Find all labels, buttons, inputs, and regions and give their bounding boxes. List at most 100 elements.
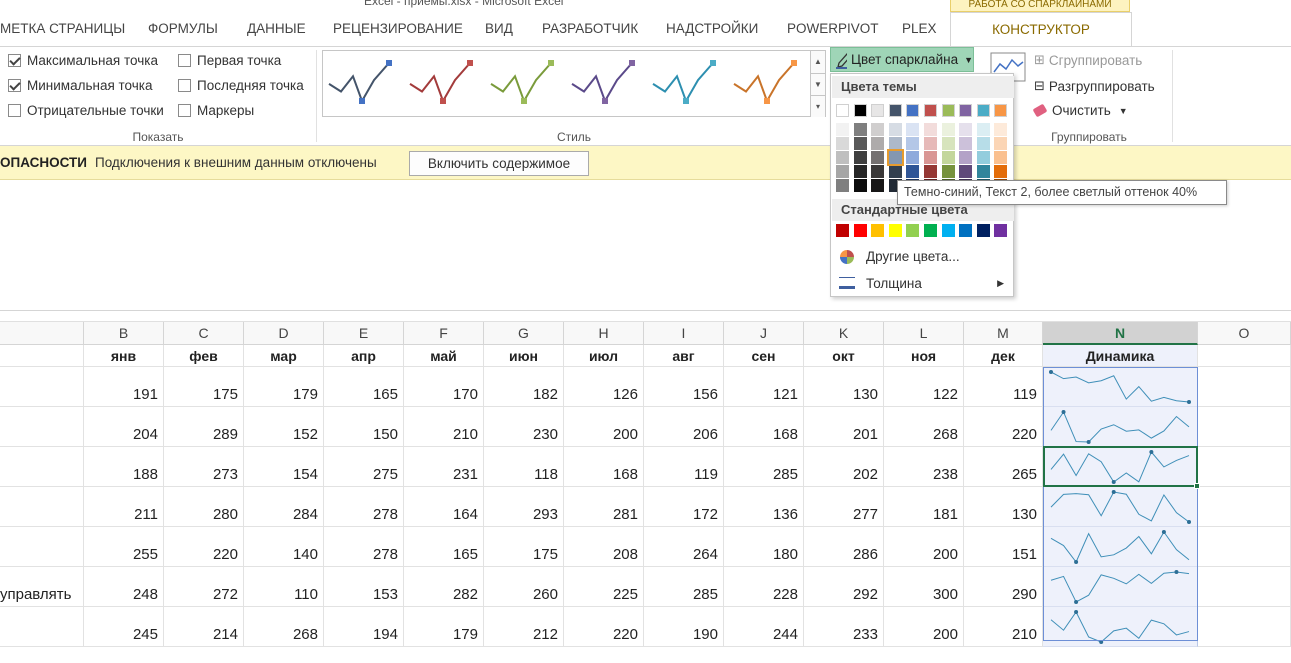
row-label-cell[interactable] (0, 367, 84, 407)
sparkline-style-gallery[interactable]: ▲ ▼ ▾ (322, 50, 826, 117)
row-label-cell[interactable] (0, 487, 84, 527)
theme-color-shade-swatch[interactable] (924, 137, 937, 150)
value-cell[interactable]: 200 (884, 527, 964, 567)
row-label-cell[interactable]: управлять (0, 567, 84, 607)
value-cell[interactable]: 140 (244, 527, 324, 567)
value-cell[interactable]: 248 (84, 567, 164, 607)
theme-color-shade-swatch[interactable] (871, 151, 885, 164)
value-cell[interactable]: 228 (724, 567, 804, 607)
gallery-expand-icon[interactable]: ▾ (810, 95, 825, 117)
theme-color-swatch[interactable] (976, 104, 990, 117)
weight-item[interactable]: Толщина ▶ (832, 271, 1014, 296)
theme-color-swatch[interactable] (959, 104, 973, 117)
min-point-checkbox[interactable] (8, 78, 21, 92)
sparkline-style-tile[interactable] (490, 60, 554, 104)
value-cell[interactable]: 278 (324, 527, 404, 567)
enable-content-button[interactable]: Включить содержимое (409, 151, 589, 176)
theme-color-shade-swatch[interactable] (906, 123, 920, 136)
value-cell[interactable]: 238 (884, 447, 964, 487)
value-cell[interactable]: 121 (724, 367, 804, 407)
ungroup-button[interactable]: ⊟ Разгруппировать (1034, 78, 1155, 94)
tab-plex[interactable]: PLEX (902, 12, 937, 46)
last-point-checkbox[interactable] (178, 78, 191, 92)
value-cell[interactable]: 284 (244, 487, 324, 527)
theme-color-swatch[interactable] (836, 104, 849, 117)
theme-color-shade-swatch[interactable] (959, 165, 973, 178)
value-cell[interactable]: 268 (244, 607, 324, 647)
column-header-o[interactable]: O (1198, 322, 1291, 345)
theme-color-swatch[interactable] (871, 104, 885, 117)
value-cell[interactable]: 179 (404, 607, 484, 647)
tab-developer[interactable]: РАЗРАБОТЧИК (542, 12, 638, 46)
empty-cell[interactable] (1198, 407, 1291, 447)
value-cell[interactable]: 172 (644, 487, 724, 527)
value-cell[interactable]: 277 (804, 487, 884, 527)
row-label-cell[interactable] (0, 407, 84, 447)
theme-color-swatch[interactable] (941, 104, 955, 117)
theme-color-shade-swatch[interactable] (853, 123, 867, 136)
value-cell[interactable]: 175 (164, 367, 244, 407)
value-cell[interactable]: 210 (404, 407, 484, 447)
value-cell[interactable]: 110 (244, 567, 324, 607)
month-header-cell[interactable]: июл (564, 345, 644, 367)
value-cell[interactable]: 230 (484, 407, 564, 447)
theme-color-shade-swatch[interactable] (924, 165, 937, 178)
column-header-i[interactable]: I (644, 322, 724, 345)
month-header-cell[interactable]: ноя (884, 345, 964, 367)
tab-data[interactable]: ДАННЫЕ (247, 12, 306, 46)
negative-points-option[interactable]: Отрицательные точки (8, 99, 164, 121)
tab-review[interactable]: РЕЦЕНЗИРОВАНИЕ (333, 12, 463, 46)
last-point-option[interactable]: Последняя точка (178, 74, 304, 96)
theme-color-shade-swatch[interactable] (959, 151, 973, 164)
column-header-k[interactable]: K (804, 322, 884, 345)
theme-color-shade-swatch[interactable] (906, 137, 920, 150)
value-cell[interactable]: 285 (644, 567, 724, 607)
theme-color-shade-swatch[interactable] (941, 137, 955, 150)
theme-color-shade-swatch[interactable] (976, 123, 990, 136)
value-cell[interactable]: 180 (724, 527, 804, 567)
theme-color-shade-swatch[interactable] (853, 137, 867, 150)
sparkline-cell[interactable] (1043, 487, 1198, 527)
standard-color-swatch[interactable] (976, 224, 990, 237)
theme-color-shade-swatch[interactable] (976, 151, 990, 164)
theme-color-swatch[interactable] (906, 104, 920, 117)
value-cell[interactable]: 170 (404, 367, 484, 407)
more-colors-item[interactable]: Другие цвета... (832, 244, 1014, 269)
gallery-scroll-up-icon[interactable]: ▲ (810, 51, 825, 73)
column-header-c[interactable]: C (164, 322, 244, 345)
standard-color-swatch[interactable] (941, 224, 955, 237)
theme-color-shade-swatch[interactable] (888, 123, 902, 136)
theme-color-shade-swatch[interactable] (853, 151, 867, 164)
column-header-l[interactable]: L (884, 322, 964, 345)
month-header-cell[interactable]: авг (644, 345, 724, 367)
value-cell[interactable]: 289 (164, 407, 244, 447)
empty-cell[interactable] (1198, 367, 1291, 407)
sparkline-style-tile[interactable] (571, 60, 635, 104)
theme-color-shade-swatch[interactable] (941, 151, 955, 164)
theme-color-shade-swatch[interactable] (871, 165, 885, 178)
theme-color-shade-swatch[interactable] (924, 151, 937, 164)
sparkline-cell[interactable] (1043, 607, 1198, 647)
theme-color-swatch[interactable] (853, 104, 867, 117)
month-header-cell[interactable]: апр (324, 345, 404, 367)
value-cell[interactable]: 300 (884, 567, 964, 607)
theme-color-shade-swatch[interactable] (886, 149, 904, 166)
value-cell[interactable]: 293 (484, 487, 564, 527)
standard-color-swatch[interactable] (871, 224, 885, 237)
value-cell[interactable]: 126 (564, 367, 644, 407)
standard-color-swatch[interactable] (924, 224, 937, 237)
value-cell[interactable]: 214 (164, 607, 244, 647)
theme-color-shade-swatch[interactable] (994, 137, 1008, 150)
value-cell[interactable]: 181 (884, 487, 964, 527)
value-cell[interactable]: 168 (724, 407, 804, 447)
empty-cell[interactable] (1198, 607, 1291, 647)
theme-color-shade-swatch[interactable] (994, 151, 1008, 164)
tab-page-layout[interactable]: МЕТКА СТРАНИЦЫ (0, 12, 125, 46)
value-cell[interactable]: 165 (404, 527, 484, 567)
sparkline-style-tile[interactable] (409, 60, 473, 104)
month-header-cell[interactable]: сен (724, 345, 804, 367)
theme-color-swatch[interactable] (994, 104, 1008, 117)
month-header-cell[interactable]: дек (964, 345, 1043, 367)
theme-color-swatch[interactable] (924, 104, 937, 117)
clear-button[interactable]: Очистить ▼ (1032, 103, 1128, 118)
